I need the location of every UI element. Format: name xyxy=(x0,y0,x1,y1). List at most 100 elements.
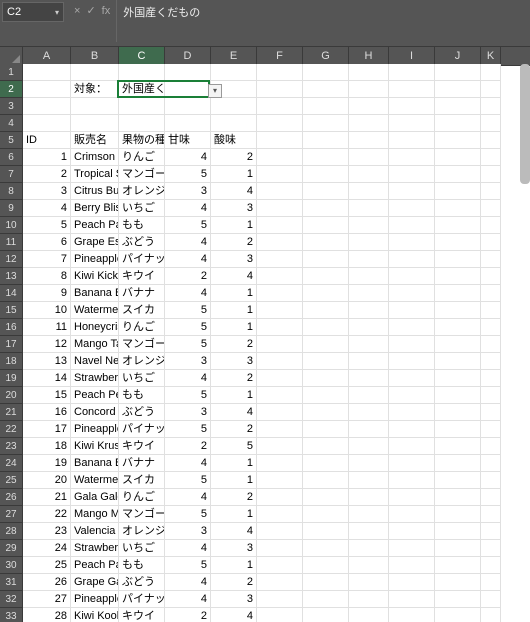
cell[interactable] xyxy=(435,217,481,234)
cell[interactable] xyxy=(481,608,501,622)
cell[interactable] xyxy=(303,149,349,166)
row-header[interactable]: 29 xyxy=(0,540,23,557)
cell[interactable]: 4 xyxy=(165,370,211,387)
cell[interactable] xyxy=(435,302,481,319)
cell[interactable] xyxy=(257,557,303,574)
cell[interactable]: 1 xyxy=(211,557,257,574)
cell[interactable]: キウイ xyxy=(119,438,165,455)
cell[interactable]: 4 xyxy=(165,285,211,302)
cell[interactable] xyxy=(119,115,165,132)
cell[interactable]: 6 xyxy=(23,234,71,251)
cell[interactable] xyxy=(435,404,481,421)
cell[interactable] xyxy=(349,608,389,622)
column-header-D[interactable]: D xyxy=(165,47,211,65)
row-header[interactable]: 11 xyxy=(0,234,23,251)
cell[interactable] xyxy=(389,285,435,302)
cell[interactable]: 5 xyxy=(23,217,71,234)
cell[interactable]: もも xyxy=(119,557,165,574)
cell[interactable] xyxy=(349,438,389,455)
cell[interactable]: 7 xyxy=(23,251,71,268)
row-header[interactable]: 21 xyxy=(0,404,23,421)
cell[interactable] xyxy=(389,421,435,438)
cell[interactable]: 4 xyxy=(211,404,257,421)
cell[interactable] xyxy=(303,234,349,251)
cell[interactable] xyxy=(481,115,501,132)
cell[interactable] xyxy=(435,353,481,370)
cell[interactable] xyxy=(257,64,303,81)
cell[interactable] xyxy=(303,200,349,217)
column-header-B[interactable]: B xyxy=(71,47,119,65)
row-header[interactable]: 13 xyxy=(0,268,23,285)
cell[interactable] xyxy=(389,132,435,149)
cell[interactable]: Strawberr xyxy=(71,540,119,557)
cell[interactable]: 1 xyxy=(211,455,257,472)
row-header[interactable]: 22 xyxy=(0,421,23,438)
cell[interactable] xyxy=(435,166,481,183)
cell[interactable] xyxy=(303,353,349,370)
cell[interactable]: バナナ xyxy=(119,455,165,472)
row-header[interactable]: 19 xyxy=(0,370,23,387)
cell[interactable]: いちご xyxy=(119,200,165,217)
cell[interactable] xyxy=(389,387,435,404)
cell[interactable] xyxy=(71,98,119,115)
cell[interactable]: もも xyxy=(119,387,165,404)
cell[interactable] xyxy=(23,81,71,98)
row-header[interactable]: 28 xyxy=(0,523,23,540)
cell[interactable]: 4 xyxy=(211,268,257,285)
cell[interactable]: 5 xyxy=(165,319,211,336)
cell[interactable] xyxy=(481,353,501,370)
cell[interactable]: 2 xyxy=(165,268,211,285)
cell[interactable]: Grape Gal xyxy=(71,574,119,591)
cell[interactable] xyxy=(349,489,389,506)
cell[interactable]: 2 xyxy=(211,489,257,506)
row-header[interactable]: 32 xyxy=(0,591,23,608)
cell[interactable]: 25 xyxy=(23,557,71,574)
cell[interactable] xyxy=(389,217,435,234)
cell[interactable] xyxy=(389,183,435,200)
cell[interactable] xyxy=(435,336,481,353)
cell[interactable] xyxy=(389,200,435,217)
cell[interactable] xyxy=(349,81,389,98)
row-header[interactable]: 18 xyxy=(0,353,23,370)
cell[interactable]: オレンジ xyxy=(119,183,165,200)
cell[interactable] xyxy=(303,387,349,404)
cell[interactable]: 24 xyxy=(23,540,71,557)
cell[interactable] xyxy=(389,98,435,115)
cell[interactable] xyxy=(389,115,435,132)
cell[interactable]: 3 xyxy=(211,540,257,557)
cell[interactable] xyxy=(257,98,303,115)
cell[interactable]: 酸味 xyxy=(211,132,257,149)
cell[interactable] xyxy=(481,64,501,81)
cell[interactable]: 18 xyxy=(23,438,71,455)
cell[interactable] xyxy=(481,217,501,234)
cell[interactable] xyxy=(257,608,303,622)
cell[interactable] xyxy=(257,421,303,438)
cell[interactable] xyxy=(435,489,481,506)
cell[interactable]: スイカ xyxy=(119,472,165,489)
cell[interactable]: キウイ xyxy=(119,608,165,622)
row-header[interactable]: 6 xyxy=(0,149,23,166)
cell[interactable] xyxy=(165,115,211,132)
cell[interactable] xyxy=(389,574,435,591)
cell[interactable] xyxy=(435,455,481,472)
cell[interactable] xyxy=(349,404,389,421)
cell[interactable]: ぶどう xyxy=(119,404,165,421)
cell[interactable] xyxy=(481,387,501,404)
cell[interactable] xyxy=(349,319,389,336)
cell[interactable] xyxy=(257,200,303,217)
cell[interactable]: 11 xyxy=(23,319,71,336)
cell[interactable] xyxy=(257,523,303,540)
cell[interactable] xyxy=(349,166,389,183)
cell[interactable]: 3 xyxy=(165,404,211,421)
cell[interactable] xyxy=(303,506,349,523)
cell[interactable] xyxy=(257,353,303,370)
cell[interactable]: オレンジ xyxy=(119,523,165,540)
cell[interactable]: 3 xyxy=(211,591,257,608)
cell[interactable] xyxy=(303,166,349,183)
cell[interactable]: 14 xyxy=(23,370,71,387)
chevron-down-icon[interactable]: ▾ xyxy=(55,8,59,17)
cell[interactable] xyxy=(435,438,481,455)
cell[interactable] xyxy=(349,540,389,557)
cell[interactable]: 4 xyxy=(165,200,211,217)
cell[interactable]: 28 xyxy=(23,608,71,622)
